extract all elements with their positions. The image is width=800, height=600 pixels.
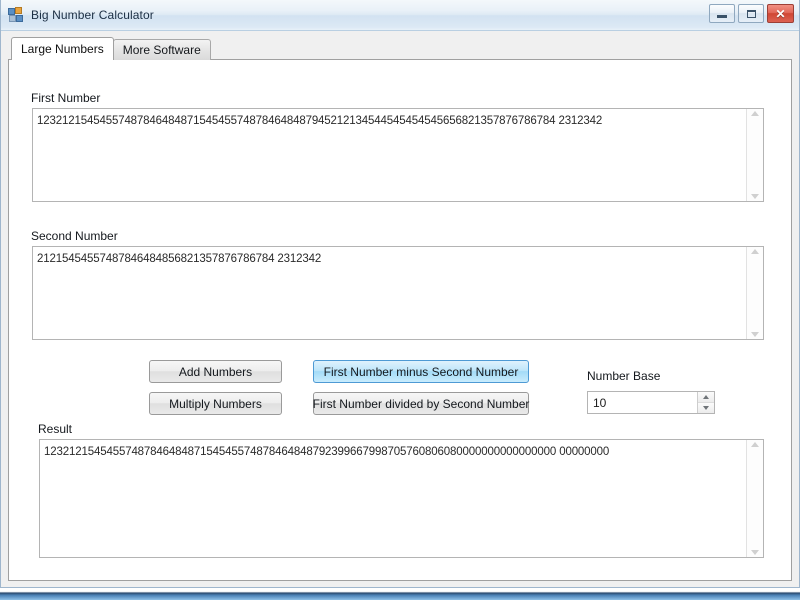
chevron-up-icon [703, 395, 709, 399]
number-base-label: Number Base [587, 369, 661, 383]
multiply-numbers-button[interactable]: Multiply Numbers [149, 392, 282, 415]
first-number-scrollbar[interactable] [746, 109, 763, 201]
chevron-down-icon [703, 406, 709, 410]
second-number-label: Second Number [31, 229, 118, 243]
number-base-spin-buttons[interactable] [697, 392, 714, 413]
first-number-input[interactable]: 1232121545455748784648487154545574878464… [32, 108, 764, 202]
result-scrollbar[interactable] [746, 440, 763, 557]
add-numbers-label: Add Numbers [178, 364, 253, 379]
minimize-icon [717, 15, 727, 18]
tab-more-software[interactable]: More Software [112, 39, 211, 60]
spin-down-button[interactable] [698, 403, 714, 413]
divide-numbers-label: First Number divided by Second Number [312, 396, 530, 411]
tab-large-numbers[interactable]: Large Numbers [11, 37, 114, 60]
tab-strip: Large Numbers More Software [8, 37, 792, 60]
subtract-numbers-label: First Number minus Second Number [323, 364, 519, 379]
tab-large-numbers-label: Large Numbers [21, 42, 104, 56]
second-number-scrollbar[interactable] [746, 247, 763, 339]
number-base-stepper[interactable]: 10 [587, 391, 715, 414]
second-number-value: 21215454557487846484856821357876786784 2… [37, 253, 322, 265]
scroll-down-icon[interactable] [751, 194, 759, 199]
subtract-numbers-button[interactable]: First Number minus Second Number [313, 360, 529, 383]
minimize-button[interactable] [709, 4, 735, 23]
window-controls: ✕ [709, 4, 794, 23]
divide-numbers-button[interactable]: First Number divided by Second Number [313, 392, 529, 415]
result-output[interactable]: 1232121545455748784648487154545574878464… [39, 439, 764, 558]
scroll-up-icon[interactable] [751, 111, 759, 116]
tab-more-software-label: More Software [122, 43, 201, 57]
second-number-input[interactable]: 21215454557487846484856821357876786784 2… [32, 246, 764, 340]
first-number-value: 1232121545455748784648487154545574878464… [37, 115, 603, 127]
scroll-up-icon[interactable] [751, 442, 759, 447]
close-icon: ✕ [775, 6, 786, 21]
spin-up-button[interactable] [698, 392, 714, 403]
multiply-numbers-label: Multiply Numbers [169, 396, 262, 411]
result-value: 1232121545455748784648487154545574878464… [44, 446, 610, 458]
close-button[interactable]: ✕ [767, 4, 794, 23]
title-bar: Big Number Calculator ✕ [1, 0, 799, 31]
result-label: Result [38, 422, 73, 436]
scroll-down-icon[interactable] [751, 332, 759, 337]
scroll-down-icon[interactable] [751, 550, 759, 555]
window-title: Big Number Calculator [31, 8, 154, 22]
tab-page-large-numbers: First Number 123212154545574878464848715… [8, 59, 792, 581]
app-icon [8, 7, 24, 23]
first-number-label: First Number [31, 91, 101, 105]
maximize-icon [746, 9, 756, 18]
number-base-value[interactable]: 10 [588, 392, 697, 413]
add-numbers-button[interactable]: Add Numbers [149, 360, 282, 383]
client-area: Large Numbers More Software First Number… [1, 31, 799, 587]
application-window: Big Number Calculator ✕ Large Numbers Mo… [0, 0, 800, 588]
desktop-background-strip [0, 588, 800, 600]
maximize-button[interactable] [738, 4, 764, 23]
scroll-up-icon[interactable] [751, 249, 759, 254]
